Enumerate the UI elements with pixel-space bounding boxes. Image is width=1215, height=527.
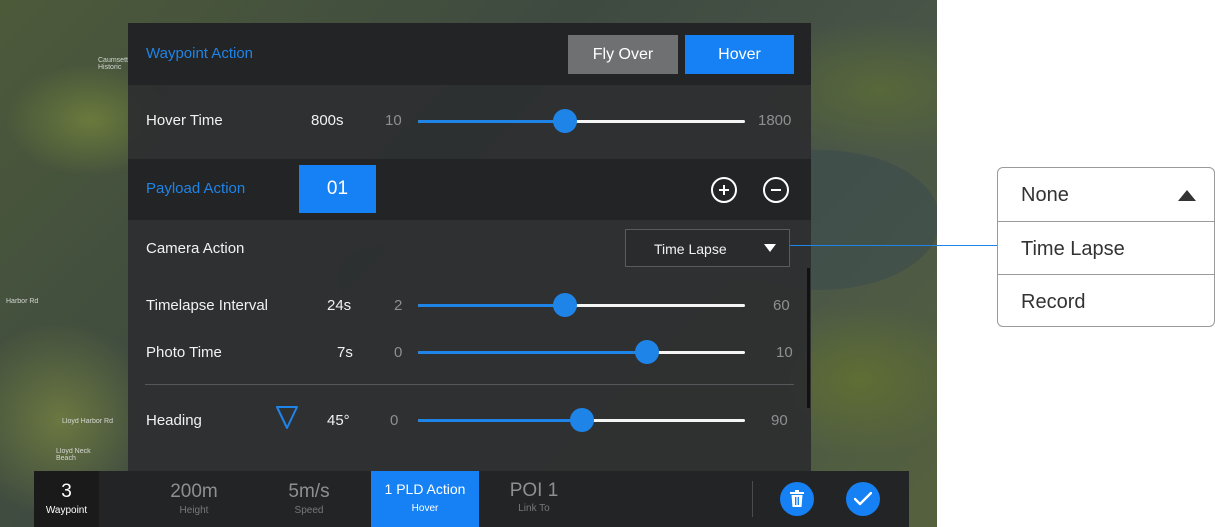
timelapse-interval-max: 60 bbox=[773, 297, 790, 314]
heading-wedge-icon bbox=[276, 406, 298, 429]
speed-item[interactable]: 5m/s Speed bbox=[264, 471, 354, 527]
timelapse-interval-value: 24s bbox=[327, 297, 352, 314]
photo-time-max: 10 bbox=[776, 344, 793, 361]
height-caption: Height bbox=[179, 505, 209, 516]
map-label: Lloyd Harbor Rd bbox=[62, 418, 113, 425]
heading-label: Heading bbox=[146, 412, 202, 429]
hover-time-label: Hover Time bbox=[146, 112, 223, 129]
waypoint-selector[interactable]: 3 Waypoint bbox=[34, 471, 99, 527]
photo-time-slider[interactable] bbox=[418, 340, 745, 364]
waypoint-settings-panel: Waypoint Action Fly Over Hover Hover Tim… bbox=[128, 23, 811, 472]
hover-time-slider[interactable] bbox=[418, 109, 745, 133]
trash-icon[interactable] bbox=[780, 482, 814, 516]
height-item[interactable]: 200m Height bbox=[149, 471, 239, 527]
poi-item[interactable]: POI 1 Link To bbox=[489, 471, 579, 527]
option-record[interactable]: Record bbox=[998, 274, 1214, 328]
slider-knob[interactable] bbox=[553, 109, 578, 133]
hover-time-max: 1800 bbox=[758, 112, 792, 129]
poi-value: POI 1 bbox=[509, 480, 559, 501]
camera-action-select[interactable]: Time Lapse bbox=[625, 229, 790, 267]
speed-value: 5m/s bbox=[288, 481, 330, 502]
camera-action-label: Camera Action bbox=[146, 240, 245, 257]
hover-time-min: 10 bbox=[385, 112, 402, 129]
triangle-down-icon bbox=[764, 244, 776, 252]
map-label: Lloyd Neck Beach bbox=[56, 448, 91, 462]
slider-knob[interactable] bbox=[553, 293, 578, 317]
timelapse-interval-slider[interactable] bbox=[418, 293, 745, 317]
timelapse-interval-min: 2 bbox=[394, 297, 403, 314]
payload-action-title: Payload Action bbox=[146, 180, 246, 197]
heading-min: 0 bbox=[390, 412, 399, 429]
dropdown-connector-line bbox=[790, 245, 997, 246]
timelapse-interval-label: Timelapse Interval bbox=[146, 297, 268, 314]
pld-action-value: 1 PLD Action bbox=[384, 481, 466, 497]
photo-time-min: 0 bbox=[394, 344, 403, 361]
minus-circle-icon[interactable] bbox=[763, 177, 789, 203]
camera-action-selected: Time Lapse bbox=[654, 241, 727, 257]
photo-time-value: 7s bbox=[337, 344, 353, 361]
hover-time-row: Hover Time 800s 10 1800 bbox=[128, 85, 811, 159]
check-icon[interactable] bbox=[846, 482, 880, 516]
option-time-lapse[interactable]: Time Lapse bbox=[998, 221, 1214, 275]
bar-divider bbox=[752, 481, 753, 517]
triangle-up-icon bbox=[1178, 190, 1196, 201]
photo-time-label: Photo Time bbox=[146, 344, 222, 361]
height-value: 200m bbox=[170, 481, 218, 502]
map-label: Caumsett Historic bbox=[98, 57, 128, 71]
heading-value: 45° bbox=[327, 412, 350, 429]
slider-knob[interactable] bbox=[569, 408, 594, 432]
slider-knob[interactable] bbox=[634, 340, 659, 364]
waypoint-action-title: Waypoint Action bbox=[146, 45, 253, 62]
hover-time-value: 800s bbox=[311, 112, 344, 129]
bottom-bar: 3 Waypoint 200m Height 5m/s Speed 1 PLD … bbox=[34, 471, 909, 527]
camera-action-options-list: None Time Lapse Record bbox=[997, 167, 1215, 327]
payload-index-button[interactable]: 01 bbox=[299, 165, 376, 213]
hover-button[interactable]: Hover bbox=[685, 35, 794, 74]
waypoint-number: 3 bbox=[61, 481, 72, 502]
option-none[interactable]: None bbox=[998, 168, 1214, 221]
plus-circle-icon[interactable] bbox=[711, 177, 737, 203]
pld-action-item[interactable]: 1 PLD Action Hover bbox=[371, 471, 479, 527]
heading-slider[interactable] bbox=[418, 408, 745, 432]
pld-action-caption: Hover bbox=[411, 503, 439, 514]
map-label: Harbor Rd bbox=[6, 298, 39, 305]
divider bbox=[145, 384, 794, 385]
speed-caption: Speed bbox=[294, 505, 324, 516]
panel-scrollbar[interactable] bbox=[807, 268, 810, 408]
fly-over-button[interactable]: Fly Over bbox=[568, 35, 678, 74]
waypoint-caption: Waypoint bbox=[45, 505, 88, 516]
poi-caption: Link To bbox=[518, 503, 550, 514]
heading-max: 90 bbox=[771, 412, 788, 429]
payload-action-header: Payload Action 01 bbox=[128, 159, 811, 220]
waypoint-action-header: Waypoint Action Fly Over Hover bbox=[128, 23, 811, 85]
